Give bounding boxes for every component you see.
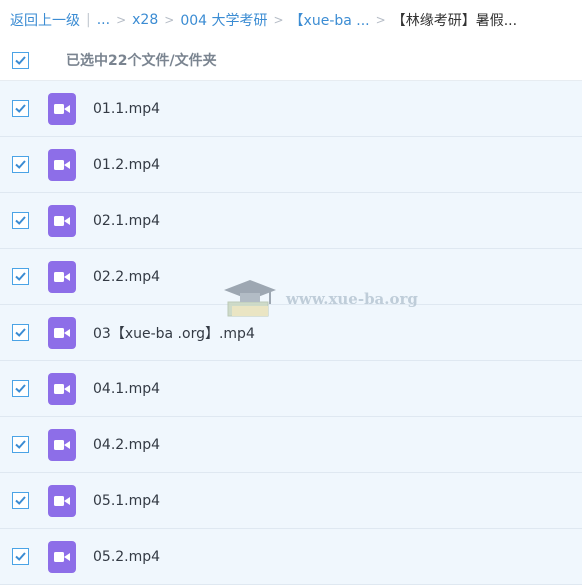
file-row[interactable]: 01.1.mp4 <box>0 81 582 137</box>
file-checkbox[interactable] <box>12 268 29 285</box>
video-camera-icon <box>54 271 70 282</box>
video-file-icon <box>48 204 76 237</box>
checkmark-icon <box>15 160 26 169</box>
breadcrumb-separator: > <box>164 13 175 27</box>
file-name[interactable]: 01.1.mp4 <box>93 101 160 117</box>
breadcrumb-item-xue-ba[interactable]: 【xue-ba ... <box>290 10 370 30</box>
file-name[interactable]: 01.2.mp4 <box>93 157 160 173</box>
video-file-icon <box>48 316 76 349</box>
video-camera-icon <box>54 103 70 114</box>
file-checkbox[interactable] <box>12 212 29 229</box>
file-row[interactable]: 02.1.mp4 <box>0 193 582 249</box>
file-name[interactable]: 02.2.mp4 <box>93 269 160 285</box>
file-name[interactable]: 02.1.mp4 <box>93 213 160 229</box>
file-name[interactable]: 04.1.mp4 <box>93 381 160 397</box>
video-camera-icon <box>54 327 70 338</box>
breadcrumb: 返回上一级 | ... > x28 > 004 大学考研 > 【xue-ba .… <box>0 0 582 40</box>
checkmark-icon <box>15 440 26 449</box>
breadcrumb-separator: > <box>375 13 386 27</box>
video-camera-icon <box>54 383 70 394</box>
breadcrumb-item-x28[interactable]: x28 <box>132 12 158 28</box>
checkmark-icon <box>15 104 26 113</box>
video-file-icon <box>48 260 76 293</box>
select-all-checkbox[interactable] <box>12 51 29 69</box>
file-row[interactable]: 01.2.mp4 <box>0 137 582 193</box>
checkmark-icon <box>15 272 26 281</box>
file-name[interactable]: 05.2.mp4 <box>93 549 160 565</box>
breadcrumb-current: 【林缘考研】暑假... <box>391 13 518 29</box>
file-row[interactable]: 04.1.mp4 <box>0 361 582 417</box>
breadcrumb-ellipsis[interactable]: ... <box>97 12 110 28</box>
video-camera-icon <box>54 159 70 170</box>
video-camera-icon <box>54 551 70 562</box>
selection-count: 已选中22个文件/文件夹 <box>66 53 217 69</box>
file-checkbox[interactable] <box>12 492 29 509</box>
checkmark-icon <box>15 384 26 393</box>
video-camera-icon <box>54 495 70 506</box>
file-checkbox[interactable] <box>12 548 29 565</box>
video-file-icon <box>48 372 76 405</box>
file-row[interactable]: 03【xue-ba .org】.mp4 <box>0 305 582 361</box>
file-checkbox[interactable] <box>12 100 29 117</box>
file-row[interactable]: 05.2.mp4 <box>0 529 582 585</box>
file-checkbox[interactable] <box>12 436 29 453</box>
file-row[interactable]: 04.2.mp4 <box>0 417 582 473</box>
video-camera-icon <box>54 215 70 226</box>
breadcrumb-separator: > <box>116 13 127 27</box>
video-file-icon <box>48 148 76 181</box>
video-camera-icon <box>54 439 70 450</box>
breadcrumb-item-004[interactable]: 004 大学考研 <box>180 10 267 30</box>
breadcrumb-divider: | <box>86 12 91 28</box>
file-row[interactable]: 05.1.mp4 <box>0 473 582 529</box>
checkmark-icon <box>15 496 26 505</box>
selection-bar: 已选中22个文件/文件夹 <box>0 40 582 81</box>
file-checkbox[interactable] <box>12 156 29 173</box>
file-name[interactable]: 03【xue-ba .org】.mp4 <box>93 323 255 343</box>
checkmark-icon <box>15 216 26 225</box>
back-link[interactable]: 返回上一级 <box>10 10 80 30</box>
checkmark-icon <box>15 55 26 65</box>
checkmark-icon <box>15 328 26 337</box>
breadcrumb-separator: > <box>273 13 284 27</box>
file-name[interactable]: 04.2.mp4 <box>93 437 160 453</box>
file-name[interactable]: 05.1.mp4 <box>93 493 160 509</box>
video-file-icon <box>48 428 76 461</box>
video-file-icon <box>48 484 76 517</box>
file-checkbox[interactable] <box>12 324 29 341</box>
checkmark-icon <box>15 552 26 561</box>
file-list: 01.1.mp4 01.2.mp4 02.1.mp4 02.2.mp4 03【xue-b… <box>0 81 582 585</box>
video-file-icon <box>48 540 76 573</box>
file-checkbox[interactable] <box>12 380 29 397</box>
video-file-icon <box>48 92 76 125</box>
file-row[interactable]: 02.2.mp4 <box>0 249 582 305</box>
